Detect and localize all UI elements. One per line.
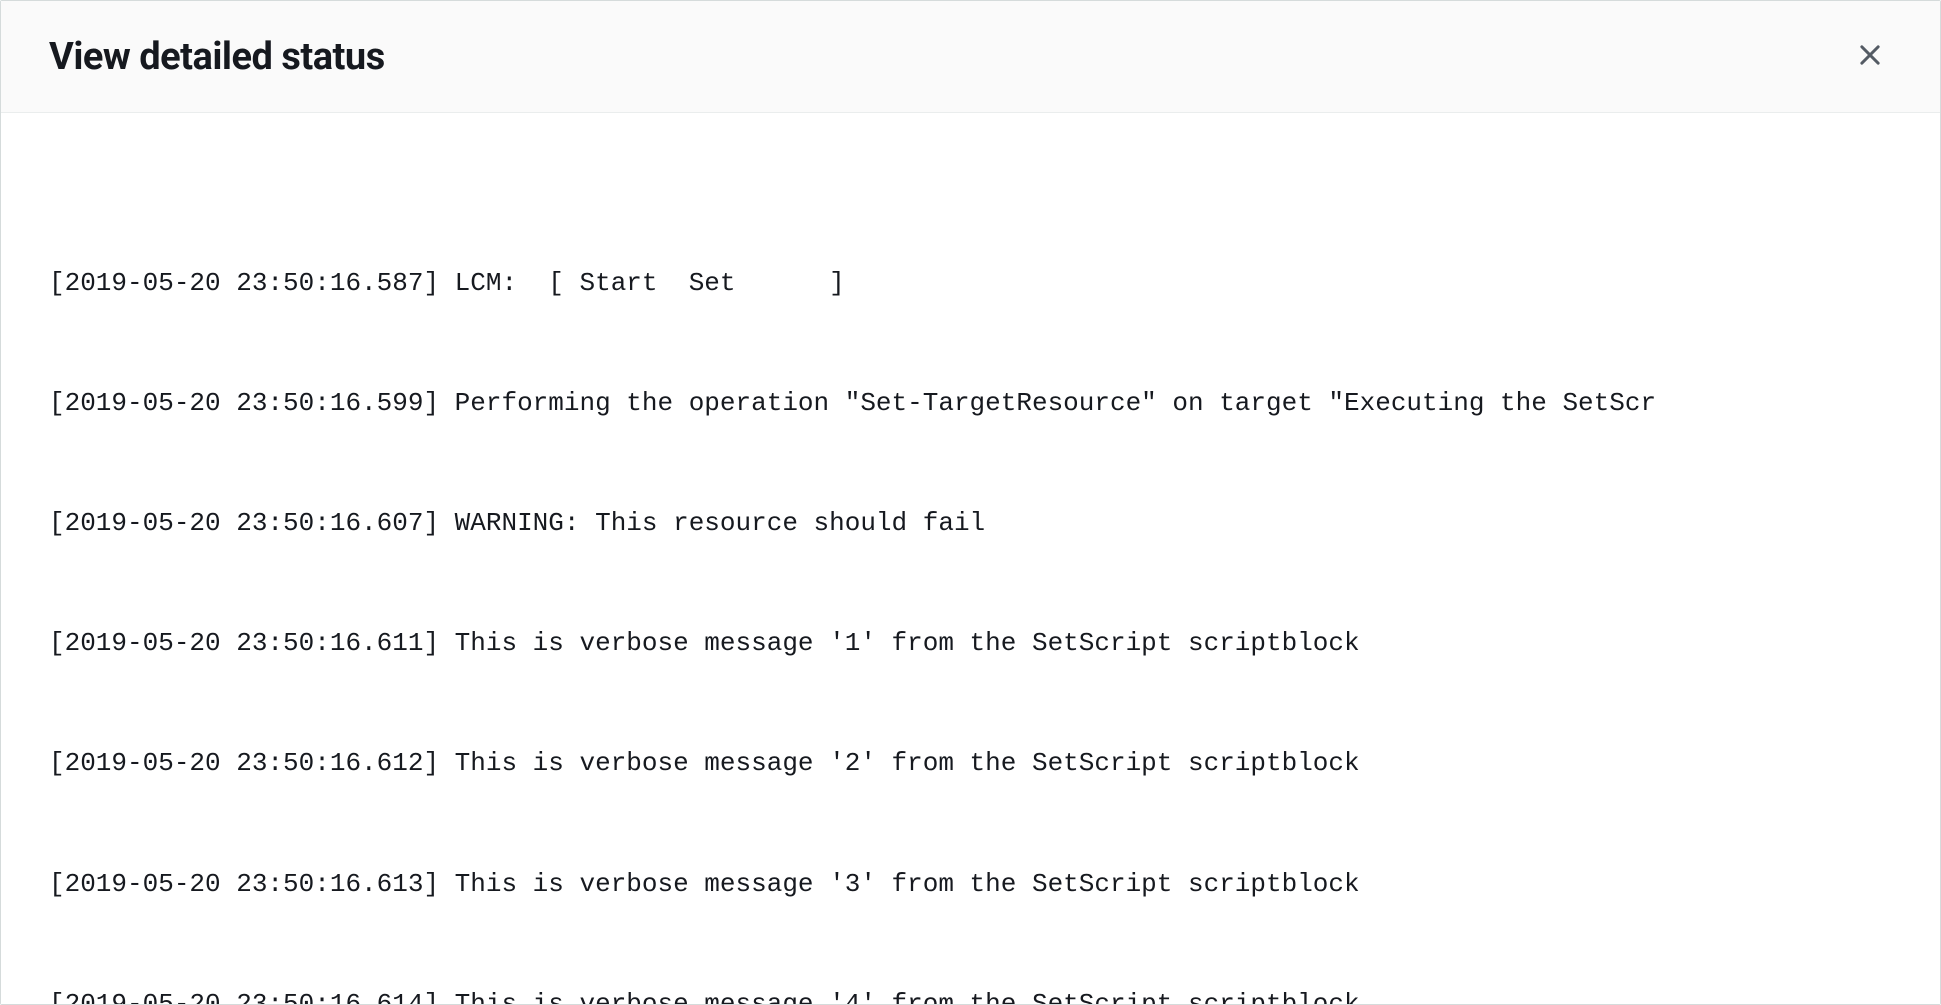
log-line: [2019-05-20 23:50:16.613] This is verbos… [49, 864, 1892, 904]
log-line: [2019-05-20 23:50:16.599] Performing the… [49, 383, 1892, 423]
close-button[interactable] [1848, 33, 1892, 80]
log-line: [2019-05-20 23:50:16.614] This is verbos… [49, 984, 1892, 1004]
detailed-status-modal: View detailed status [2019-05-20 23:50:1… [0, 0, 1941, 1005]
log-line: [2019-05-20 23:50:16.611] This is verbos… [49, 623, 1892, 663]
modal-header: View detailed status [1, 1, 1940, 113]
log-output: [2019-05-20 23:50:16.587] LCM: [ Start S… [49, 183, 1892, 1004]
modal-body: [2019-05-20 23:50:16.587] LCM: [ Start S… [1, 113, 1940, 1004]
modal-title: View detailed status [49, 35, 385, 79]
log-line: [2019-05-20 23:50:16.587] LCM: [ Start S… [49, 263, 1892, 303]
close-icon [1856, 41, 1884, 72]
log-line: [2019-05-20 23:50:16.612] This is verbos… [49, 743, 1892, 783]
log-line: [2019-05-20 23:50:16.607] WARNING: This … [49, 503, 1892, 543]
